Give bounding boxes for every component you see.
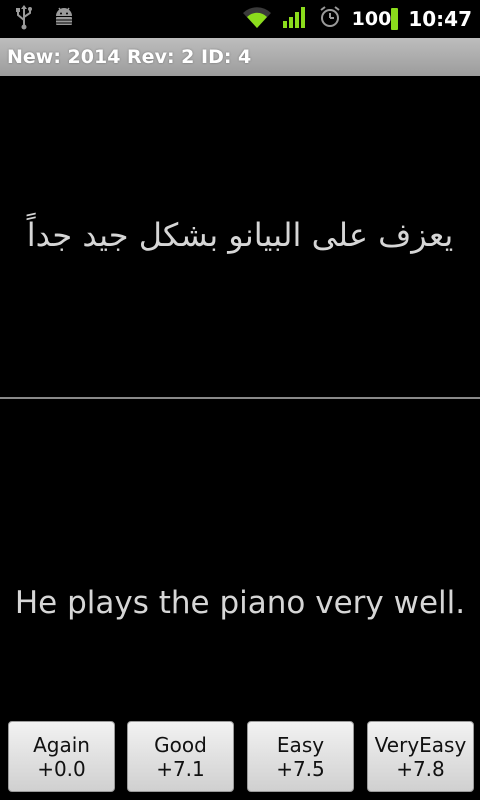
very-easy-button[interactable]: VeryEasy +7.8 [367, 721, 474, 792]
easy-button-interval: +7.5 [276, 756, 325, 781]
android-debug-icon [52, 5, 76, 33]
good-button-label: Good [154, 732, 207, 757]
ease-button-bar: Again +0.0 Good +7.1 Easy +7.5 VeryEasy … [0, 721, 480, 793]
very-easy-button-label: VeryEasy [374, 732, 467, 757]
question-text: يعزف على البيانو بشكل جيد جداً [26, 216, 454, 254]
clock: 10:47 [408, 7, 472, 31]
status-bar: 100 10:47 [0, 0, 480, 38]
usb-icon [14, 4, 34, 34]
again-button-label: Again [33, 732, 90, 757]
again-button[interactable]: Again +0.0 [8, 721, 115, 792]
alarm-icon [318, 5, 342, 33]
answer-area[interactable]: He plays the piano very well. [0, 399, 480, 719]
status-bar-right: 100 10:47 [242, 4, 472, 34]
good-button[interactable]: Good +7.1 [127, 721, 234, 792]
again-button-interval: +0.0 [37, 756, 86, 781]
very-easy-button-interval: +7.8 [396, 756, 445, 781]
good-button-interval: +7.1 [156, 756, 205, 781]
wifi-icon [242, 5, 272, 33]
page-title: New: 2014 Rev: 2 ID: 4 [7, 46, 252, 68]
battery-level: 100 [351, 8, 392, 30]
signal-icon [282, 5, 308, 33]
status-bar-left [14, 4, 76, 34]
title-bar: New: 2014 Rev: 2 ID: 4 [0, 38, 480, 76]
battery-indicator: 100 [352, 8, 399, 30]
easy-button[interactable]: Easy +7.5 [247, 721, 354, 792]
easy-button-label: Easy [276, 732, 325, 757]
question-area[interactable]: يعزف على البيانو بشكل جيد جداً [0, 76, 480, 398]
battery-icon [391, 8, 399, 30]
answer-text: He plays the piano very well. [14, 585, 466, 621]
